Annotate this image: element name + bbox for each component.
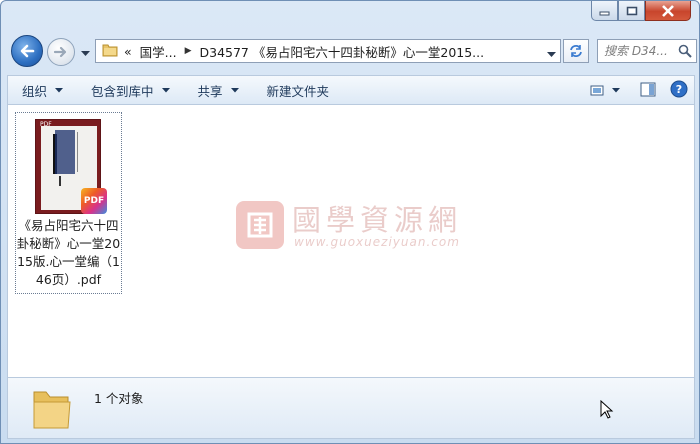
help-icon: ? [670, 80, 688, 98]
new-folder-label: 新建文件夹 [266, 83, 330, 99]
view-controls: ? [590, 80, 688, 101]
address-bar[interactable]: « 国学... ▶ D34577 《易占阳宅六十四卦秘断》心一堂2015... [95, 39, 561, 63]
help-button[interactable]: ? [670, 80, 688, 101]
command-bar: 组织 包含到库中 共享 新建文件夹 ? [7, 75, 695, 105]
folder-icon [30, 384, 74, 437]
chevron-down-icon [161, 87, 170, 92]
navigation-bar: « 国学... ▶ D34577 《易占阳宅六十四卦秘断》心一堂2015... [7, 33, 697, 69]
mouse-cursor-icon [600, 399, 614, 423]
minimize-button[interactable] [591, 1, 618, 21]
include-in-library-label: 包含到库中 [91, 83, 154, 99]
watermark: 國學資源網 www.guoxueziyuan.com [236, 197, 471, 257]
refresh-icon [570, 45, 582, 57]
back-arrow-icon [20, 44, 35, 58]
preview-pane-button[interactable] [640, 82, 656, 100]
forward-button[interactable] [47, 38, 75, 66]
breadcrumb-item[interactable]: 国学... [140, 42, 177, 61]
address-dropdown-icon[interactable] [547, 47, 556, 61]
share-button[interactable]: 共享 [184, 76, 253, 104]
chevron-down-icon [612, 88, 620, 93]
item-count: 1 个对象 [94, 391, 144, 406]
watermark-seal-icon [236, 201, 284, 249]
organize-label: 组织 [22, 83, 48, 99]
back-button[interactable] [11, 35, 43, 67]
maximize-icon [626, 6, 637, 15]
folder-icon [102, 42, 118, 61]
breadcrumb-overflow[interactable]: « [124, 44, 132, 59]
search-icon[interactable] [678, 44, 692, 61]
include-in-library-button[interactable]: 包含到库中 [77, 76, 184, 104]
explorer-window: « 国学... ▶ D34577 《易占阳宅六十四卦秘断》心一堂2015... [0, 0, 700, 444]
share-label: 共享 [197, 83, 223, 99]
close-icon [662, 4, 674, 17]
view-icon [590, 85, 604, 95]
recent-pages-button[interactable] [81, 46, 90, 60]
chevron-down-icon [81, 51, 90, 56]
forward-arrow-icon [53, 46, 67, 58]
caption-buttons [591, 1, 691, 21]
search-input[interactable] [604, 44, 676, 58]
file-item-pdf[interactable]: PDF PDF 《易占阳宅六十四卦秘断》心一堂2015版.心一堂编（146页）.… [15, 112, 122, 294]
preview-pane-icon [640, 82, 656, 96]
new-folder-button[interactable]: 新建文件夹 [253, 76, 344, 104]
change-view-button[interactable] [590, 84, 620, 98]
maximize-button[interactable] [618, 1, 645, 21]
breadcrumb-separator-icon[interactable]: ▶ [185, 46, 192, 56]
pdf-badge-icon: PDF [81, 188, 107, 214]
close-button[interactable] [645, 1, 691, 21]
file-list[interactable]: PDF PDF 《易占阳宅六十四卦秘断》心一堂2015版.心一堂编（146页）.… [7, 105, 695, 377]
svg-text:?: ? [676, 83, 682, 96]
breadcrumb-current[interactable]: D34577 《易占阳宅六十四卦秘断》心一堂2015... [200, 42, 485, 61]
chevron-down-icon [55, 87, 64, 92]
file-name: 《易占阳宅六十四卦秘断》心一堂2015版.心一堂编（146页）.pdf [16, 218, 121, 287]
chevron-down-icon [230, 87, 239, 92]
organize-button[interactable]: 组织 [8, 76, 77, 104]
minimize-icon [599, 11, 609, 15]
watermark-title: 國學資源網 [292, 203, 463, 237]
watermark-url: www.guoxueziyuan.com [294, 235, 460, 249]
details-pane: 1 个对象 [7, 377, 695, 439]
refresh-button[interactable] [563, 39, 589, 63]
search-box[interactable] [597, 39, 697, 63]
